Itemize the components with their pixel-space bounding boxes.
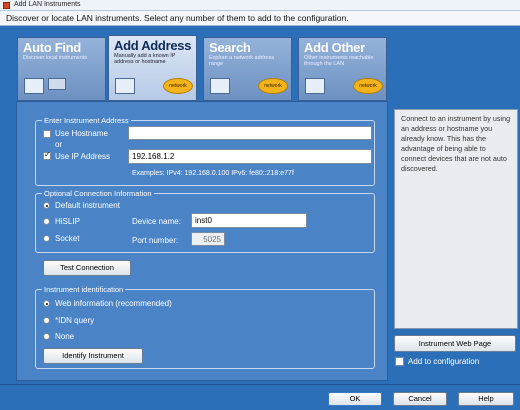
tab-title: Add Other <box>304 40 365 55</box>
computer-icon <box>210 78 230 94</box>
title-bar: Add LAN Instruments <box>0 0 520 11</box>
tab-add-address[interactable]: Add Address Manually add a known IP addr… <box>108 35 197 101</box>
tab-subtitle: Manually add a known IP address or hostn… <box>114 53 176 65</box>
idn-query-label: *IDN query <box>55 316 95 325</box>
instrument-icon <box>48 78 66 90</box>
web-information-radio[interactable] <box>43 300 50 307</box>
test-connection-button[interactable]: Test Connection <box>43 260 131 276</box>
idn-query-radio[interactable] <box>43 317 50 324</box>
computer-icon <box>115 78 135 94</box>
device-name-label: Device name: <box>132 217 181 226</box>
use-ip-checkbox[interactable] <box>43 150 51 160</box>
identify-instrument-button[interactable]: Identify Instrument <box>43 348 143 364</box>
default-instrument-label: Default instrument <box>55 201 120 210</box>
use-ip-label: Use IP Address <box>55 152 110 161</box>
help-button[interactable]: Help <box>458 392 514 406</box>
port-number-label: Port number: <box>132 236 179 245</box>
tab-subtitle: Discover local instruments <box>23 55 88 61</box>
network-icon: network <box>163 78 193 94</box>
instrument-identification-group: Instrument identification Web informatio… <box>35 285 375 369</box>
device-name-field[interactable]: inst0 <box>191 213 307 228</box>
app-icon <box>3 2 10 9</box>
info-text: Connect to an instrument by using an add… <box>401 114 511 173</box>
hostname-field[interactable] <box>128 126 372 140</box>
add-to-configuration-label: Add to configuration <box>408 357 480 366</box>
use-hostname-label: Use Hostname <box>55 129 108 138</box>
computer-icon <box>24 78 44 94</box>
ok-button[interactable]: OK <box>328 392 382 406</box>
port-number-field[interactable]: 5025 <box>191 232 225 246</box>
ip-address-field[interactable]: 192.168.1.2 <box>128 149 372 164</box>
socket-label: Socket <box>55 234 80 243</box>
none-radio[interactable] <box>43 333 50 340</box>
hislip-radio[interactable] <box>43 218 50 225</box>
info-box: Connect to an instrument by using an add… <box>394 109 518 329</box>
socket-radio[interactable] <box>43 235 50 242</box>
window-title: Add LAN Instruments <box>14 1 81 8</box>
enter-address-group: Enter Instrument Address Use Hostname or… <box>35 116 375 186</box>
group-title: Instrument identification <box>42 285 126 294</box>
cancel-button[interactable]: Cancel <box>393 392 447 406</box>
group-title: Optional Connection Information <box>42 189 154 198</box>
computer-icon <box>305 78 325 94</box>
tab-subtitle: Other instruments reachable through the … <box>304 55 374 67</box>
or-label: or <box>55 140 63 149</box>
instruction-bar: Discover or locate LAN instruments. Sele… <box>0 11 520 26</box>
optional-connection-group: Optional Connection Information Default … <box>35 189 375 253</box>
default-instrument-radio[interactable] <box>43 202 50 209</box>
instrument-web-page-button[interactable]: Instrument Web Page <box>394 335 516 352</box>
use-hostname-checkbox[interactable] <box>43 130 51 138</box>
tab-auto-find[interactable]: Auto Find Discover local instruments <box>17 37 106 101</box>
web-information-label: Web information (recommended) <box>55 299 172 308</box>
network-icon: network <box>258 78 288 94</box>
none-label: None <box>55 332 75 341</box>
tab-title: Search <box>209 40 251 55</box>
examples-text: Examples: IPv4: 192.168.0.100 IPv6: fe80… <box>132 170 294 177</box>
instruction-text: Discover or locate LAN instruments. Sele… <box>6 13 349 23</box>
add-to-configuration-checkbox[interactable] <box>395 357 404 366</box>
tab-add-other[interactable]: Add Other Other instruments reachable th… <box>298 37 387 101</box>
tab-search[interactable]: Search Explore a network address range n… <box>203 37 292 101</box>
tab-title: Auto Find <box>23 40 81 55</box>
main-panel: Enter Instrument Address Use Hostname or… <box>16 101 388 381</box>
tab-subtitle: Explore a network address range <box>209 55 275 67</box>
group-title: Enter Instrument Address <box>42 116 131 125</box>
hislip-label: HiSLIP <box>55 217 80 226</box>
network-icon: network <box>353 78 383 94</box>
tab-title: Add Address <box>114 38 192 53</box>
